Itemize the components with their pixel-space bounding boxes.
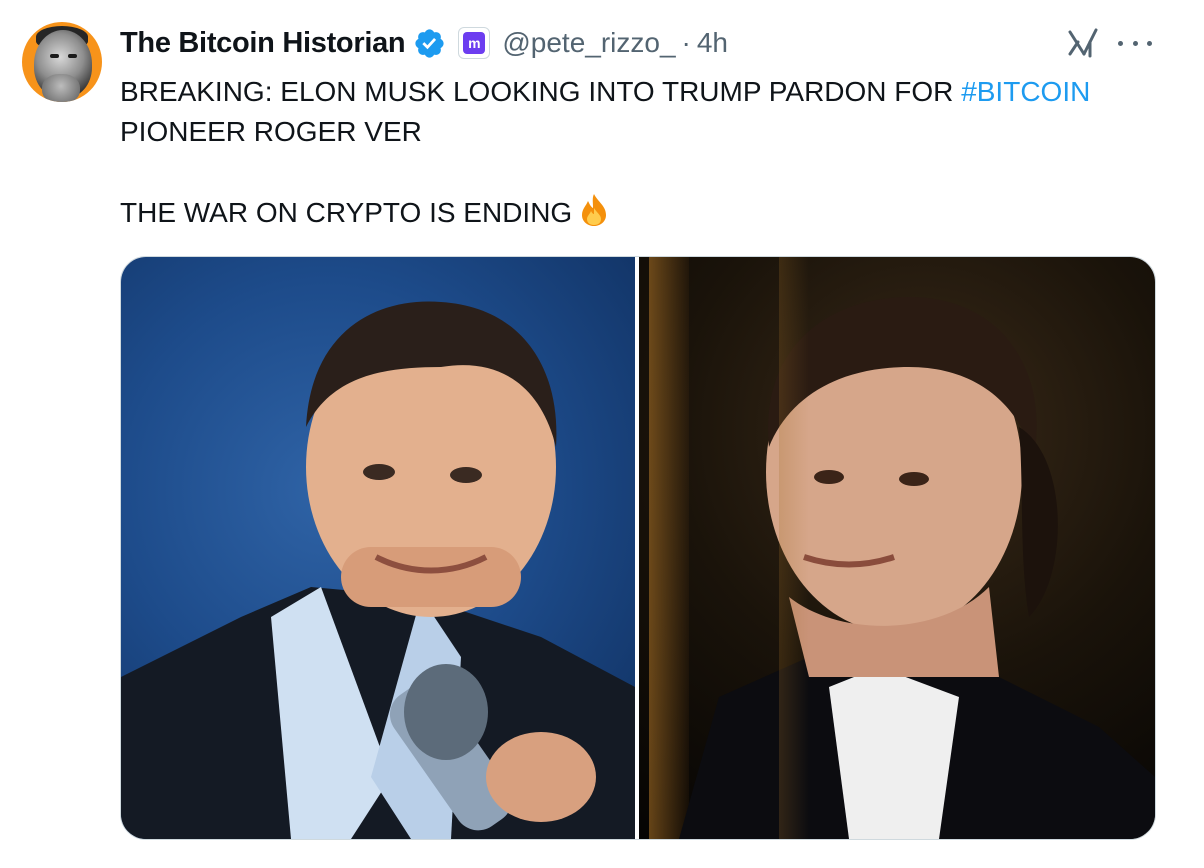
tweet-media-grid [120,256,1156,840]
separator-dot: · [681,27,691,58]
hashtag-link[interactable]: #BITCOIN [961,76,1090,107]
tweet-text-line-2: THE WAR ON CRYPTO IS ENDING [120,197,573,228]
avatar-hand [42,74,80,102]
tweet-text-prefix: BREAKING: ELON MUSK LOOKING INTO TRUMP P… [120,76,962,107]
tweet-text-suffix: PIONEER ROGER VER [120,116,422,147]
tweet-timestamp[interactable]: 4h [697,27,728,59]
more-dot [1147,40,1152,46]
author-handle[interactable]: @pete_rizzo_ [502,27,675,59]
author-avatar[interactable] [22,22,102,102]
tweet-header: The Bitcoin Historian m @pete_rizzo_ · 4… [120,24,728,62]
more-options-icon[interactable] [1118,30,1152,56]
grok-icon[interactable] [1066,26,1102,60]
verified-badge-icon[interactable] [413,27,446,60]
fire-icon [576,192,612,228]
tweet-text: BREAKING: ELON MUSK LOOKING INTO TRUMP P… [120,72,1160,233]
tweet-line-2: THE WAR ON CRYPTO IS ENDING [120,192,1160,233]
tweet-line-1: BREAKING: ELON MUSK LOOKING INTO TRUMP P… [120,72,1160,152]
avatar-eye-left [50,54,59,58]
photo-left-illustration [121,301,635,839]
more-dot [1118,40,1123,46]
media-photo-right[interactable] [639,257,1155,839]
photo-right-illustration [679,297,1155,839]
media-photo-left[interactable] [121,257,635,839]
more-dot [1132,40,1138,46]
affiliate-glyph: m [463,32,486,54]
line-break [120,152,1160,192]
author-display-name[interactable]: The Bitcoin Historian [120,27,406,60]
kraken-affiliate-icon[interactable]: m [458,27,491,59]
avatar-eye-right [68,54,77,58]
